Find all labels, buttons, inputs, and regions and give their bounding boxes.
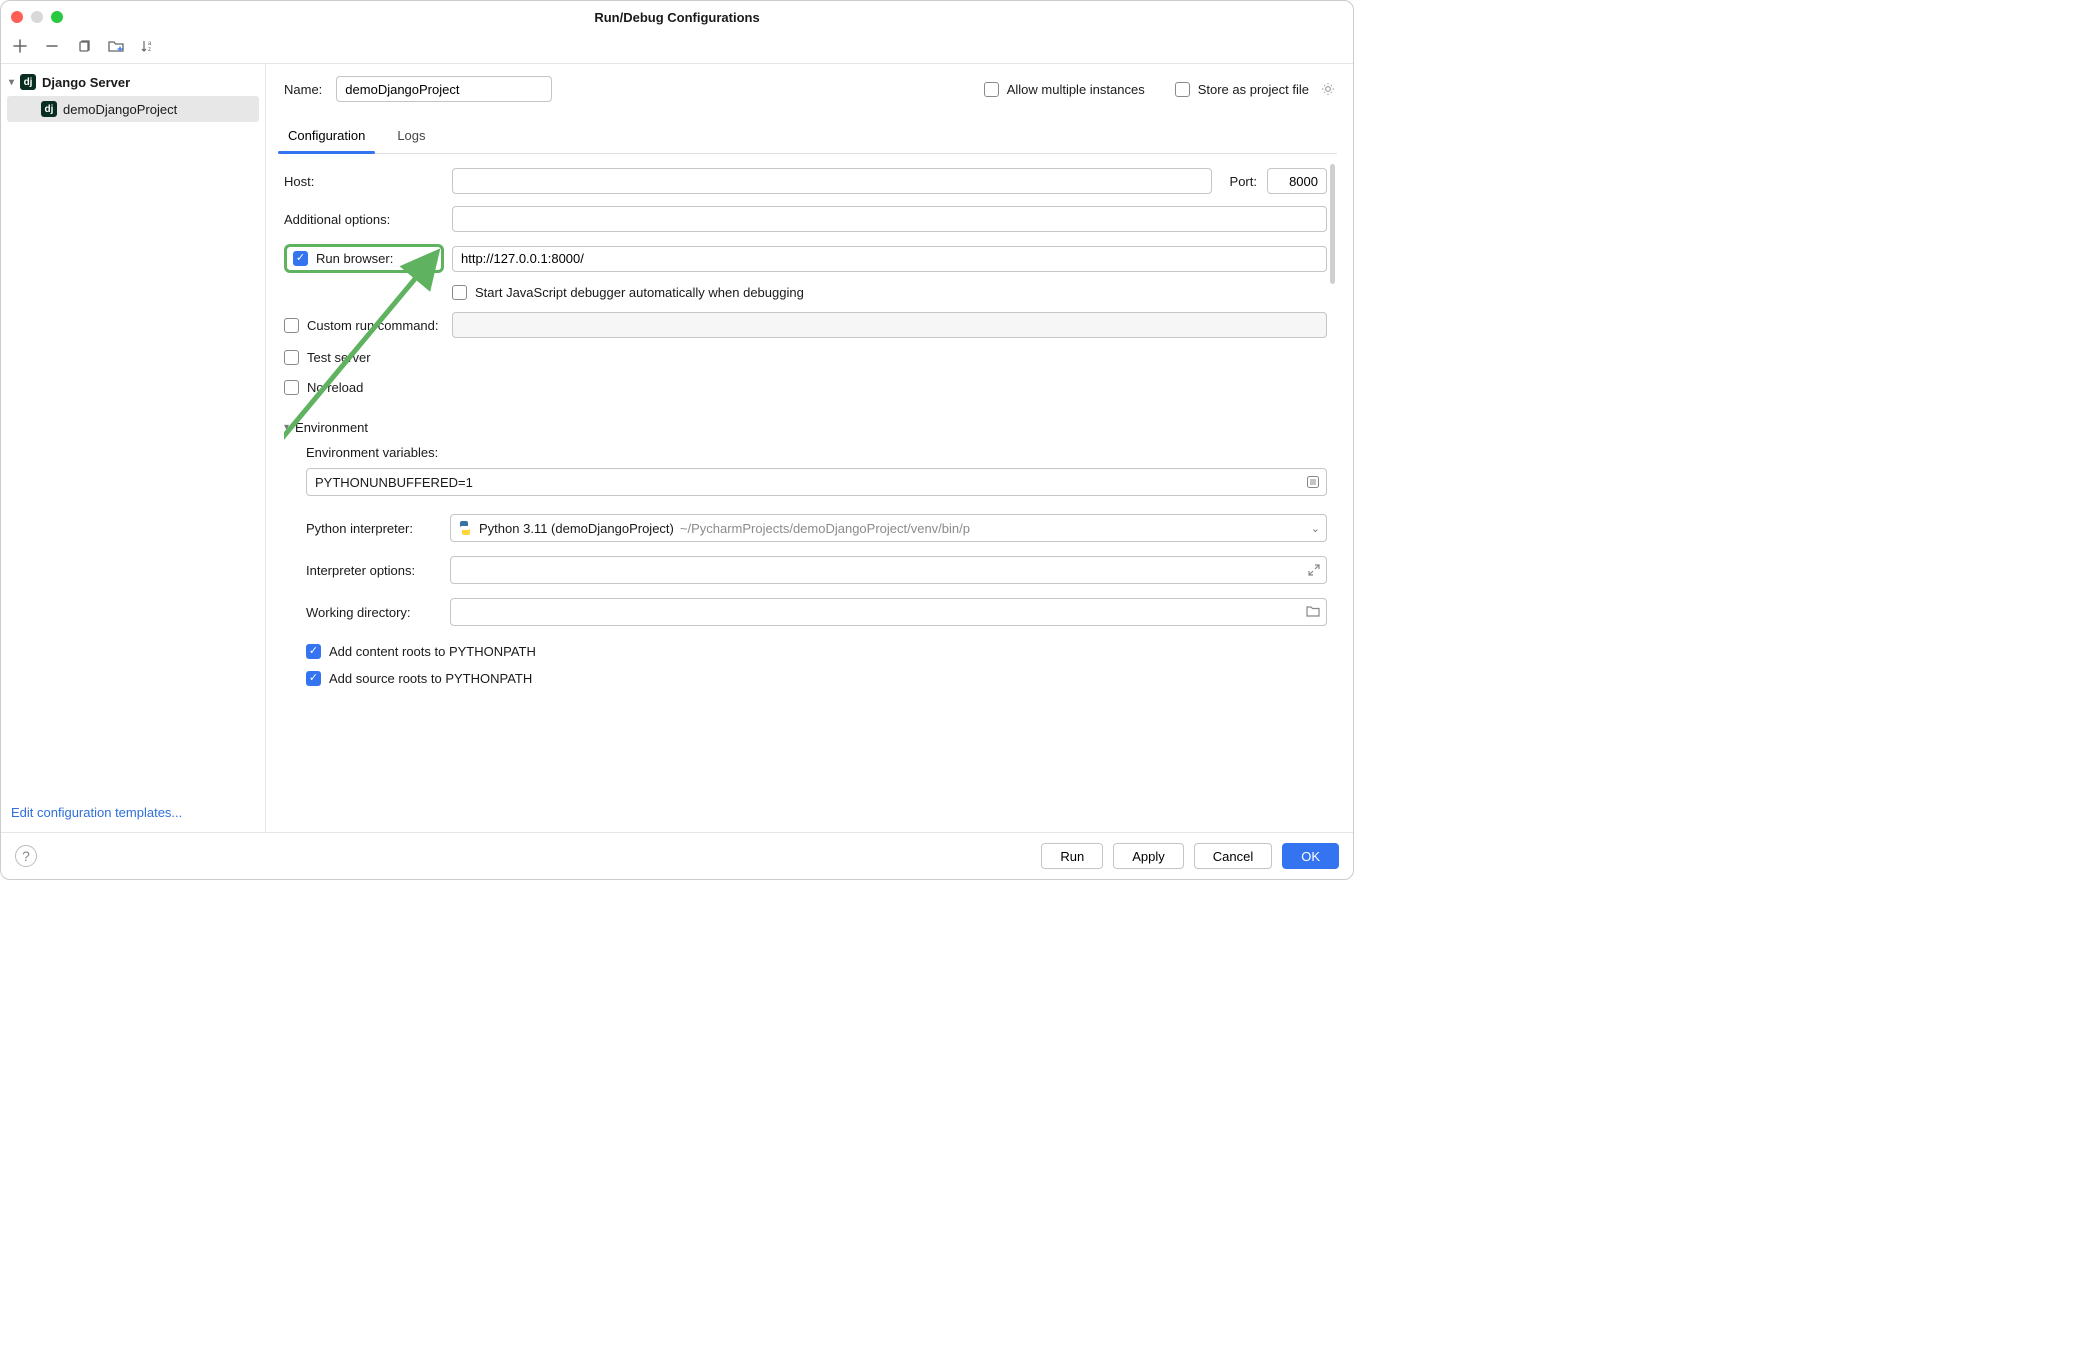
- environment-section-header[interactable]: ▾ Environment: [284, 420, 1327, 435]
- additional-options-label: Additional options:: [284, 212, 444, 227]
- run-browser-highlight: Run browser:: [284, 244, 444, 273]
- allow-multiple-checkbox[interactable]: [984, 82, 999, 97]
- test-server-label: Test server: [307, 350, 371, 365]
- add-content-roots-label: Add content roots to PYTHONPATH: [329, 644, 536, 659]
- store-as-project-label: Store as project file: [1198, 82, 1309, 97]
- custom-run-command-row[interactable]: Custom run command:: [284, 318, 444, 333]
- name-label: Name:: [284, 82, 322, 97]
- add-source-roots-label: Add source roots to PYTHONPATH: [329, 671, 532, 686]
- working-directory-label: Working directory:: [306, 605, 442, 620]
- expand-icon[interactable]: [1308, 564, 1320, 576]
- python-icon: [457, 520, 473, 536]
- python-interpreter-path: ~/PycharmProjects/demoDjangoProject/venv…: [680, 521, 1301, 536]
- tabs: Configuration Logs: [284, 120, 1337, 154]
- start-js-debugger-row[interactable]: Start JavaScript debugger automatically …: [452, 285, 1327, 300]
- working-directory-input[interactable]: [450, 598, 1327, 626]
- tree-item-demoDjangoProject[interactable]: dj demoDjangoProject: [7, 96, 259, 122]
- env-vars-value: PYTHONUNBUFFERED=1: [315, 475, 1306, 490]
- additional-options-input[interactable]: [452, 206, 1327, 232]
- folder-button[interactable]: [107, 37, 125, 55]
- add-source-roots-checkbox[interactable]: [306, 671, 321, 686]
- apply-button[interactable]: Apply: [1113, 843, 1184, 869]
- ok-button[interactable]: OK: [1282, 843, 1339, 869]
- folder-icon[interactable]: [1306, 605, 1320, 620]
- custom-run-command-checkbox[interactable]: [284, 318, 299, 333]
- add-content-roots-checkbox[interactable]: [306, 644, 321, 659]
- svg-text:z: z: [148, 47, 151, 53]
- test-server-checkbox[interactable]: [284, 350, 299, 365]
- allow-multiple-instances-row[interactable]: Allow multiple instances: [984, 82, 1145, 97]
- host-label: Host:: [284, 174, 444, 189]
- tree-group-label: Django Server: [42, 75, 130, 90]
- python-interpreter-select[interactable]: Python 3.11 (demoDjangoProject) ~/Pychar…: [450, 514, 1327, 542]
- tree-item-label: demoDjangoProject: [63, 102, 177, 117]
- env-vars-label: Environment variables:: [306, 445, 438, 460]
- env-vars-input[interactable]: PYTHONUNBUFFERED=1: [306, 468, 1327, 496]
- add-config-button[interactable]: [11, 37, 29, 55]
- start-js-debugger-label: Start JavaScript debugger automatically …: [475, 285, 804, 300]
- store-as-project-checkbox[interactable]: [1175, 82, 1190, 97]
- remove-config-button[interactable]: [43, 37, 61, 55]
- window-title: Run/Debug Configurations: [1, 10, 1353, 25]
- run-browser-checkbox[interactable]: [293, 251, 308, 266]
- start-js-debugger-checkbox[interactable]: [452, 285, 467, 300]
- scrollbar-thumb[interactable]: [1330, 164, 1335, 284]
- content-panel: Name: Allow multiple instances Store as …: [266, 64, 1353, 832]
- interpreter-options-input[interactable]: [450, 556, 1327, 584]
- django-icon: dj: [41, 101, 57, 117]
- python-interpreter-label: Python interpreter:: [306, 521, 442, 536]
- chevron-down-icon: ⌄: [1311, 522, 1320, 535]
- sidebar: ▾ dj Django Server dj demoDjangoProject …: [1, 64, 266, 832]
- sidebar-toolbar: az: [1, 33, 1353, 64]
- run-button[interactable]: Run: [1041, 843, 1103, 869]
- name-input[interactable]: [336, 76, 552, 102]
- gear-icon[interactable]: [1321, 81, 1337, 97]
- list-icon[interactable]: [1306, 475, 1320, 489]
- copy-config-button[interactable]: [75, 37, 93, 55]
- custom-run-command-input[interactable]: [452, 312, 1327, 338]
- bottom-bar: ? Run Apply Cancel OK: [1, 832, 1353, 879]
- tree-group-django-server[interactable]: ▾ dj Django Server: [7, 70, 259, 94]
- host-input[interactable]: [452, 168, 1212, 194]
- interpreter-options-label: Interpreter options:: [306, 563, 442, 578]
- run-browser-label: Run browser:: [316, 251, 393, 266]
- run-browser-url-input[interactable]: [452, 246, 1327, 272]
- no-reload-label: No reload: [307, 380, 363, 395]
- django-icon: dj: [20, 74, 36, 90]
- sort-alpha-button[interactable]: az: [139, 37, 157, 55]
- port-input[interactable]: [1267, 168, 1327, 194]
- tab-logs[interactable]: Logs: [393, 120, 429, 153]
- scroll-area[interactable]: Host: Port: Additional options: Run brow…: [284, 154, 1337, 832]
- help-button[interactable]: ?: [15, 845, 37, 867]
- chevron-down-icon: ▾: [284, 422, 289, 433]
- custom-run-command-label: Custom run command:: [307, 318, 439, 333]
- run-debug-config-window: Run/Debug Configurations az ▾ dj Django …: [0, 0, 1354, 880]
- chevron-down-icon: ▾: [9, 77, 14, 88]
- python-interpreter-name: Python 3.11 (demoDjangoProject): [479, 521, 674, 536]
- config-tree: ▾ dj Django Server dj demoDjangoProject: [1, 64, 265, 795]
- add-source-roots-row[interactable]: Add source roots to PYTHONPATH: [306, 671, 532, 686]
- edit-templates-link[interactable]: Edit configuration templates...: [11, 805, 182, 820]
- cancel-button[interactable]: Cancel: [1194, 843, 1272, 869]
- main-area: ▾ dj Django Server dj demoDjangoProject …: [1, 64, 1353, 832]
- store-as-project-row[interactable]: Store as project file: [1175, 81, 1337, 97]
- allow-multiple-label: Allow multiple instances: [1007, 82, 1145, 97]
- no-reload-checkbox[interactable]: [284, 380, 299, 395]
- environment-label: Environment: [295, 420, 368, 435]
- tab-configuration[interactable]: Configuration: [284, 120, 369, 153]
- test-server-row[interactable]: Test server: [284, 350, 371, 365]
- add-content-roots-row[interactable]: Add content roots to PYTHONPATH: [306, 644, 536, 659]
- no-reload-row[interactable]: No reload: [284, 380, 363, 395]
- port-label: Port:: [1230, 174, 1257, 189]
- titlebar: Run/Debug Configurations: [1, 1, 1353, 33]
